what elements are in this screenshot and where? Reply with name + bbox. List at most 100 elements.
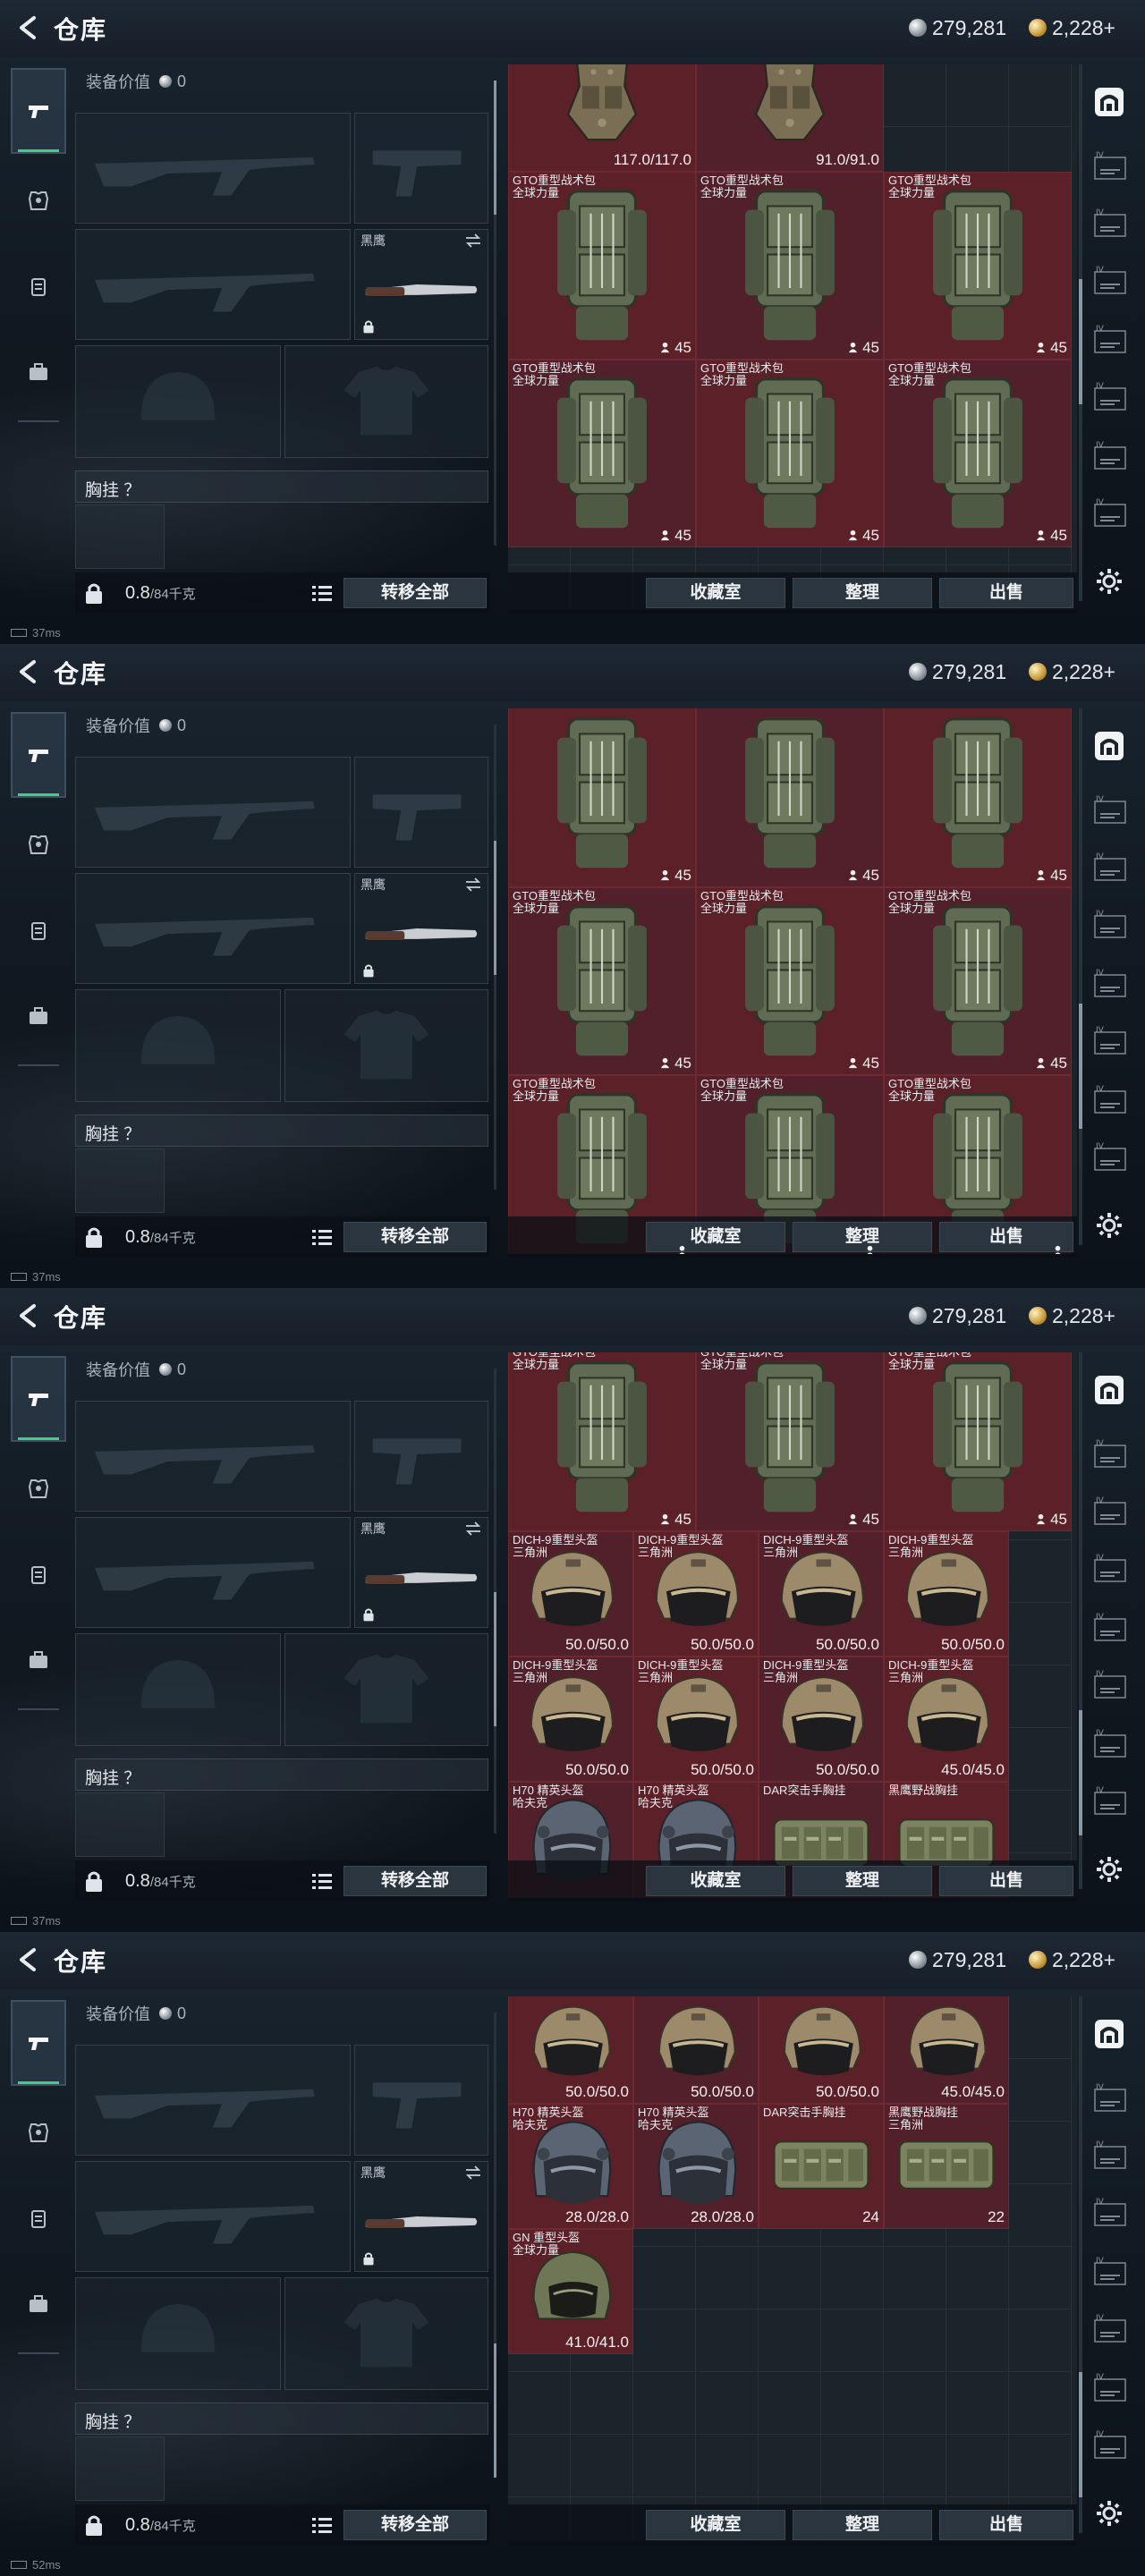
melee-slot[interactable]: 黑鹰	[354, 1517, 488, 1628]
grid-cell[interactable]	[1009, 1540, 1072, 1603]
tab-case[interactable]	[11, 2261, 66, 2347]
grid-cell[interactable]	[1009, 64, 1072, 127]
storage-item[interactable]: 50.0/50.0	[508, 1996, 633, 2104]
melee-slot[interactable]: 黑鹰	[354, 229, 488, 340]
grid-cell[interactable]	[946, 64, 1009, 127]
storage-page-icon[interactable]: IV	[1093, 2197, 1129, 2227]
storage-item[interactable]: GTO重型战术包 全球力量 45	[508, 360, 696, 547]
back-icon[interactable]	[13, 657, 43, 687]
sell-button[interactable]: 出售	[939, 2510, 1073, 2540]
grid-cell[interactable]	[696, 2309, 759, 2372]
sort-button[interactable]: 整理	[793, 1222, 932, 1252]
storage-page-icon[interactable]: IV	[1093, 208, 1129, 238]
gold-currency[interactable]: 2,228+	[1029, 658, 1115, 685]
armor-slot[interactable]	[284, 989, 488, 1102]
list-icon[interactable]	[311, 1227, 333, 1247]
swap-icon[interactable]	[464, 233, 482, 248]
collection-room-button[interactable]: 收藏室	[646, 1866, 785, 1896]
grid-cell[interactable]	[633, 2435, 696, 2497]
collection-room-button[interactable]: 收藏室	[646, 578, 785, 608]
storage-page-icon[interactable]: IV	[1093, 1612, 1129, 1642]
storage-page-icon[interactable]: IV	[1093, 381, 1129, 411]
tab-weapons[interactable]	[11, 1356, 66, 1442]
grid-cell[interactable]	[1009, 1791, 1072, 1853]
storage-item[interactable]: 黑鹰野战胸挂 三角洲 22	[884, 2104, 1009, 2229]
transfer-all-button[interactable]: 转移全部	[344, 2510, 487, 2540]
pistol-slot[interactable]	[354, 113, 488, 224]
tab-pouch[interactable]	[11, 1531, 66, 1617]
chest-rig-slot[interactable]: 胸挂 ？	[75, 1114, 488, 1147]
settings-gear-icon[interactable]	[1093, 2497, 1125, 2529]
home-icon[interactable]	[1091, 728, 1127, 764]
storage-page-icon[interactable]: IV	[1093, 1785, 1129, 1816]
storage-item[interactable]: 50.0/50.0	[633, 1996, 759, 2104]
grid-cell[interactable]	[696, 2247, 759, 2309]
tab-armor[interactable]	[11, 801, 66, 887]
storage-page-icon[interactable]: IV	[1093, 1438, 1129, 1469]
storage-page-icon[interactable]: IV	[1093, 324, 1129, 354]
armor-slot[interactable]	[284, 1633, 488, 1746]
storage-item[interactable]: DICH-9重型头盔 三角洲 50.0/50.0	[759, 1657, 884, 1782]
grid-cell[interactable]	[1009, 2372, 1072, 2435]
grid-cell[interactable]	[696, 2435, 759, 2497]
lock-icon[interactable]	[84, 1869, 104, 1893]
grid-cell[interactable]	[759, 2309, 821, 2372]
storage-page-icon[interactable]: IV	[1093, 2082, 1129, 2113]
pistol-slot[interactable]	[354, 2045, 488, 2156]
tab-weapons[interactable]	[11, 712, 66, 798]
grid-cell[interactable]	[884, 2247, 946, 2309]
sell-button[interactable]: 出售	[939, 1866, 1073, 1896]
grid-cell[interactable]	[508, 2372, 571, 2435]
list-icon[interactable]	[311, 1871, 333, 1891]
storage-page-icon[interactable]: IV	[1093, 1496, 1129, 1526]
primary-weapon-slot[interactable]	[75, 1401, 351, 1512]
storage-scroll-thumb[interactable]	[1079, 1004, 1082, 1129]
grid-cell[interactable]	[946, 2435, 1009, 2497]
storage-scrollbar[interactable]	[1079, 708, 1082, 1245]
tab-weapons[interactable]	[11, 2000, 66, 2086]
storage-page-icon[interactable]: IV	[1093, 1025, 1129, 1055]
home-icon[interactable]	[1091, 2016, 1127, 2052]
storage-item[interactable]: GTO重型战术包 全球力量 45	[884, 172, 1072, 360]
storage-item[interactable]: DICH-9重型头盔 三角洲 50.0/50.0	[508, 1531, 633, 1657]
storage-page-icon[interactable]: IV	[1093, 440, 1129, 470]
grid-cell[interactable]	[1009, 1996, 1072, 2059]
grid-cell[interactable]	[884, 2372, 946, 2435]
storage-page-icon[interactable]: IV	[1093, 909, 1129, 939]
equipment-scroll-thumb[interactable]	[494, 1592, 496, 1726]
storage-item[interactable]: DICH-9重型头盔 三角洲 45.0/45.0	[884, 1657, 1009, 1782]
equipment-scrollbar[interactable]	[494, 2012, 496, 2478]
chest-rig-grid[interactable]	[75, 2436, 165, 2501]
storage-item[interactable]: H70 精英头盔 哈夫克 28.0/28.0	[508, 2104, 633, 2229]
storage-item[interactable]: 117.0/117.0	[508, 64, 696, 172]
storage-scroll-thumb[interactable]	[1079, 1710, 1082, 1835]
grid-cell[interactable]	[633, 2247, 696, 2309]
primary-weapon-slot[interactable]	[75, 757, 351, 868]
helmet-slot[interactable]	[75, 989, 281, 1102]
tab-armor[interactable]	[11, 2089, 66, 2175]
secondary-weapon-slot[interactable]	[75, 1517, 351, 1628]
storage-item[interactable]: GTO重型战术包 全球力量 45	[696, 360, 884, 547]
storage-item[interactable]: 45.0/45.0	[884, 1996, 1009, 2104]
home-icon[interactable]	[1091, 84, 1127, 120]
storage-page-icon[interactable]: IV	[1093, 1669, 1129, 1699]
storage-page-icon[interactable]: IV	[1093, 2140, 1129, 2170]
storage-item[interactable]: GTO重型战术包 全球力量 45	[508, 172, 696, 360]
storage-item[interactable]: DICH-9重型头盔 三角洲 50.0/50.0	[633, 1531, 759, 1657]
storage-item[interactable]: 45	[508, 708, 696, 887]
chest-rig-slot[interactable]: 胸挂 ？	[75, 1758, 488, 1791]
swap-icon[interactable]	[464, 1521, 482, 1536]
storage-item[interactable]: DICH-9重型头盔 三角洲 50.0/50.0	[884, 1531, 1009, 1657]
back-icon[interactable]	[13, 13, 43, 43]
grid-cell[interactable]	[759, 2372, 821, 2435]
equipment-scroll-thumb[interactable]	[494, 841, 496, 975]
storage-page-icon[interactable]: IV	[1093, 1141, 1129, 1172]
grid-cell[interactable]	[696, 2372, 759, 2435]
storage-page-icon[interactable]: IV	[1093, 150, 1129, 181]
storage-page-icon[interactable]: IV	[1093, 2372, 1129, 2402]
grid-cell[interactable]	[508, 2435, 571, 2497]
gold-currency[interactable]: 2,228+	[1029, 1302, 1115, 1329]
grid-cell[interactable]	[759, 2247, 821, 2309]
chest-rig-grid[interactable]	[75, 1148, 165, 1213]
storage-item[interactable]: 50.0/50.0	[759, 1996, 884, 2104]
